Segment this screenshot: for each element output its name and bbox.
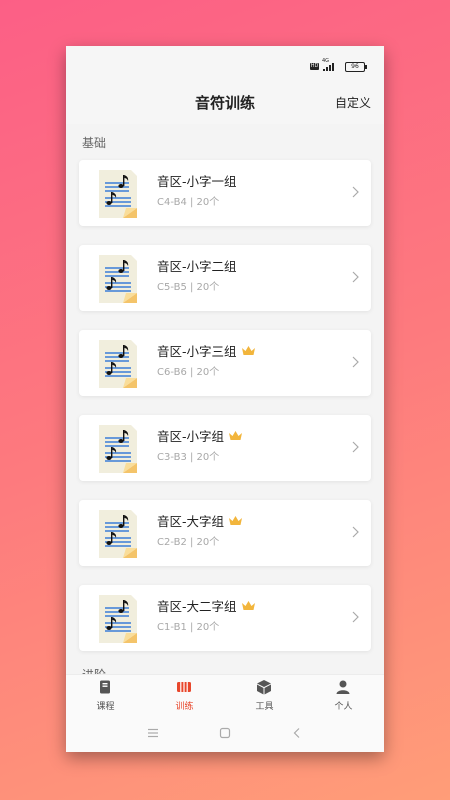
card-title-row: 音区-大二字组 — [157, 596, 256, 615]
battery-icon: 96 — [345, 62, 367, 72]
card-title: 音区-大字组 — [157, 514, 225, 529]
card-title-row: 音区-小字组 — [157, 426, 243, 445]
section-label-basic: 基础 — [82, 136, 107, 150]
card-title: 音区-小字一组 — [157, 174, 237, 189]
sheet-music-icon — [99, 595, 137, 643]
menu-icon[interactable] — [146, 726, 160, 740]
sheet-music-icon — [99, 170, 137, 218]
chevron-right-icon — [352, 526, 359, 538]
box-icon — [257, 680, 271, 695]
back-icon[interactable] — [290, 726, 304, 740]
piano-icon — [177, 682, 191, 692]
exercise-list[interactable]: 基础 音区-小字一组 C4-B4 | 20个 音区-小字二组 C5-B5 | 2… — [66, 126, 384, 674]
tab-training-label: 训练 — [175, 702, 194, 712]
premium-crown-icon — [229, 516, 243, 525]
book-icon — [100, 680, 110, 694]
card-title-row: 音区-大字组 — [157, 511, 243, 530]
tab-tools[interactable]: 工具 — [225, 675, 304, 715]
exercise-card[interactable]: 音区-小字一组 C4-B4 | 20个 — [79, 160, 371, 226]
card-title-row: 音区-小字二组 — [157, 256, 237, 275]
exercise-card[interactable]: 音区-小字二组 C5-B5 | 20个 — [79, 245, 371, 311]
tab-profile[interactable]: 个人 — [304, 675, 383, 715]
tab-bar: 课程 训练 工具 个人 — [66, 674, 384, 715]
exercise-card[interactable]: 音区-大字组 C2-B2 | 20个 — [79, 500, 371, 566]
tab-tools-label: 工具 — [255, 702, 274, 712]
status-bar: HD 4G 96 — [66, 46, 384, 82]
sheet-music-icon — [99, 255, 137, 303]
card-title-row: 音区-小字一组 — [157, 171, 237, 190]
card-meta: C1-B1 | 20个 — [157, 622, 220, 633]
battery-level: 96 — [351, 63, 359, 70]
card-title: 音区-小字三组 — [157, 344, 237, 359]
system-nav-bar — [66, 714, 384, 752]
card-title-row: 音区-小字三组 — [157, 341, 256, 360]
tab-course[interactable]: 课程 — [66, 675, 145, 715]
chevron-right-icon — [352, 611, 359, 623]
chevron-right-icon — [352, 356, 359, 368]
card-meta: C5-B5 | 20个 — [157, 282, 220, 293]
section-label-advanced: 进阶 — [82, 666, 106, 674]
card-meta: C2-B2 | 20个 — [157, 537, 220, 548]
hd-indicator: HD — [310, 63, 319, 70]
card-title: 音区-小字组 — [157, 429, 225, 444]
sheet-music-icon — [99, 340, 137, 388]
card-meta: C6-B6 | 20个 — [157, 367, 220, 378]
premium-crown-icon — [241, 601, 255, 610]
tab-profile-label: 个人 — [334, 702, 353, 712]
chevron-right-icon — [352, 271, 359, 283]
premium-crown-icon — [229, 431, 243, 440]
card-title: 音区-大二字组 — [157, 599, 237, 614]
exercise-card[interactable]: 音区-大二字组 C1-B1 | 20个 — [79, 585, 371, 651]
sheet-music-icon — [99, 510, 137, 558]
exercise-card[interactable]: 音区-小字三组 C6-B6 | 20个 — [79, 330, 371, 396]
card-meta: C4-B4 | 20个 — [157, 197, 220, 208]
header-bar: 音符训练 自定义 — [66, 82, 384, 124]
exercise-card[interactable]: 音区-小字组 C3-B3 | 20个 — [79, 415, 371, 481]
chevron-right-icon — [352, 186, 359, 198]
signal-icon — [323, 63, 339, 71]
home-icon[interactable] — [218, 726, 232, 740]
sheet-music-icon — [99, 425, 137, 473]
person-icon — [336, 680, 350, 694]
card-meta: C3-B3 | 20个 — [157, 452, 220, 463]
tab-course-label: 课程 — [96, 702, 115, 712]
custom-button[interactable]: 自定义 — [335, 94, 371, 111]
phone-screen: HD 4G 96 音符训练 自定义 基础 音区-小字一组 C4-B4 | 20个… — [66, 46, 384, 752]
premium-crown-icon — [241, 346, 255, 355]
chevron-right-icon — [352, 441, 359, 453]
tab-training[interactable]: 训练 — [145, 675, 224, 715]
card-title: 音区-小字二组 — [157, 259, 237, 274]
